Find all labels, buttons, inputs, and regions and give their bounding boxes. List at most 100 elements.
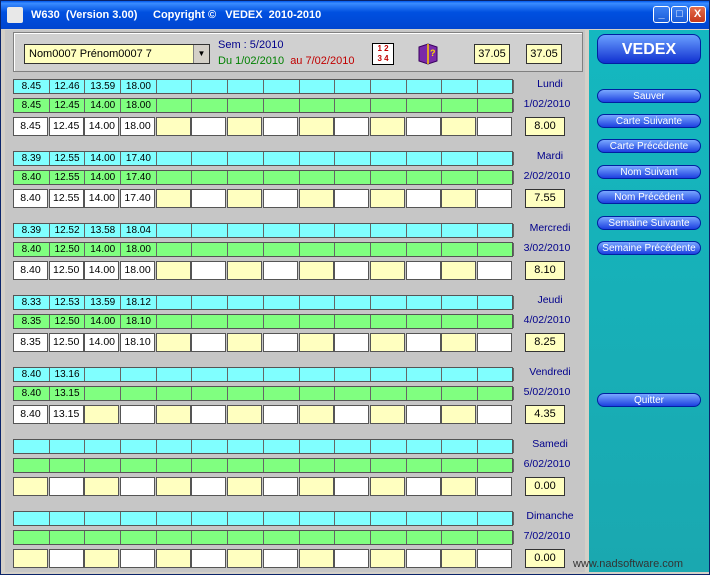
time-input[interactable] xyxy=(262,477,298,496)
time-input[interactable] xyxy=(84,549,120,568)
quit-button[interactable]: Quitter xyxy=(597,393,701,407)
time-input[interactable] xyxy=(155,189,191,208)
time-input[interactable] xyxy=(262,333,298,352)
time-input[interactable] xyxy=(369,549,405,568)
time-input[interactable] xyxy=(298,189,334,208)
time-input[interactable] xyxy=(191,261,227,280)
time-input[interactable] xyxy=(262,117,298,136)
time-input[interactable] xyxy=(155,477,191,496)
close-button[interactable]: X xyxy=(689,6,706,23)
previous-week-button[interactable]: Semaine Précédente xyxy=(597,241,701,255)
time-input[interactable] xyxy=(120,405,156,424)
time-input[interactable]: 18.00 xyxy=(120,261,156,280)
time-input[interactable] xyxy=(476,117,512,136)
time-input[interactable]: 14.00 xyxy=(84,333,120,352)
time-input[interactable] xyxy=(441,549,477,568)
time-input[interactable]: 12.50 xyxy=(48,261,84,280)
time-input[interactable] xyxy=(298,477,334,496)
time-input[interactable] xyxy=(405,549,441,568)
time-input[interactable]: 14.00 xyxy=(84,117,120,136)
time-input[interactable]: 18.00 xyxy=(120,117,156,136)
time-input[interactable] xyxy=(369,189,405,208)
previous-card-button[interactable]: Carte Précédente xyxy=(597,139,701,153)
time-input[interactable] xyxy=(191,549,227,568)
time-input[interactable]: 8.40 xyxy=(13,405,48,424)
time-input[interactable] xyxy=(13,477,48,496)
time-input[interactable] xyxy=(334,549,370,568)
time-input[interactable]: 8.45 xyxy=(13,117,48,136)
time-input[interactable] xyxy=(441,405,477,424)
help-book-icon[interactable]: ? xyxy=(416,41,440,65)
time-input[interactable] xyxy=(298,261,334,280)
time-input[interactable] xyxy=(441,117,477,136)
time-input[interactable] xyxy=(405,477,441,496)
time-input[interactable] xyxy=(48,549,84,568)
time-input[interactable] xyxy=(369,261,405,280)
time-input[interactable] xyxy=(298,549,334,568)
time-input[interactable] xyxy=(405,189,441,208)
time-input[interactable] xyxy=(155,549,191,568)
dropdown-arrow-icon[interactable]: ▼ xyxy=(193,45,209,63)
time-input[interactable]: 17.40 xyxy=(120,189,156,208)
time-input[interactable] xyxy=(227,549,263,568)
time-input[interactable] xyxy=(334,333,370,352)
previous-name-button[interactable]: Nom Précédent xyxy=(597,190,701,204)
time-input[interactable] xyxy=(191,405,227,424)
time-input[interactable]: 12.45 xyxy=(48,117,84,136)
time-input[interactable] xyxy=(262,261,298,280)
time-input[interactable] xyxy=(334,261,370,280)
time-input[interactable] xyxy=(191,117,227,136)
minimize-button[interactable]: _ xyxy=(653,6,670,23)
time-input[interactable] xyxy=(48,477,84,496)
title-bar[interactable]: W630 (Version 3.00) Copyright © VEDEX 20… xyxy=(1,1,709,29)
time-input[interactable] xyxy=(405,333,441,352)
time-input[interactable]: 14.00 xyxy=(84,261,120,280)
time-input[interactable] xyxy=(441,477,477,496)
time-input[interactable] xyxy=(405,405,441,424)
time-input[interactable] xyxy=(155,117,191,136)
time-input[interactable] xyxy=(120,549,156,568)
time-input[interactable] xyxy=(334,117,370,136)
time-input[interactable] xyxy=(227,261,263,280)
time-input[interactable] xyxy=(155,333,191,352)
time-input[interactable] xyxy=(334,405,370,424)
time-input[interactable] xyxy=(476,333,512,352)
time-input[interactable]: 14.00 xyxy=(84,189,120,208)
employee-select[interactable]: Nom0007 Prénom0007 7 ▼ xyxy=(24,44,210,64)
time-input[interactable] xyxy=(476,405,512,424)
time-input[interactable]: 18.10 xyxy=(120,333,156,352)
time-input[interactable] xyxy=(227,117,263,136)
time-input[interactable] xyxy=(262,405,298,424)
time-input[interactable] xyxy=(191,477,227,496)
time-input[interactable]: 12.50 xyxy=(48,333,84,352)
time-input[interactable] xyxy=(298,117,334,136)
time-input[interactable] xyxy=(191,333,227,352)
time-input[interactable] xyxy=(84,477,120,496)
time-input[interactable]: 8.40 xyxy=(13,261,48,280)
time-input[interactable] xyxy=(405,117,441,136)
time-input[interactable] xyxy=(13,549,48,568)
time-input[interactable]: 13.15 xyxy=(48,405,84,424)
time-input[interactable] xyxy=(155,405,191,424)
time-input[interactable] xyxy=(227,477,263,496)
time-input[interactable] xyxy=(476,477,512,496)
time-input[interactable] xyxy=(227,333,263,352)
next-week-button[interactable]: Semaine Suivante xyxy=(597,216,701,230)
time-input[interactable] xyxy=(476,549,512,568)
time-input[interactable] xyxy=(298,333,334,352)
calculator-icon[interactable]: 1 23 4 xyxy=(372,43,394,65)
time-input[interactable]: 8.40 xyxy=(13,189,48,208)
save-button[interactable]: Sauver xyxy=(597,89,701,103)
time-input[interactable]: 8.35 xyxy=(13,333,48,352)
time-input[interactable] xyxy=(191,189,227,208)
next-card-button[interactable]: Carte Suivante xyxy=(597,114,701,128)
time-input[interactable] xyxy=(84,405,120,424)
time-input[interactable] xyxy=(334,477,370,496)
time-input[interactable] xyxy=(476,189,512,208)
next-name-button[interactable]: Nom Suivant xyxy=(597,165,701,179)
time-input[interactable] xyxy=(298,405,334,424)
time-input[interactable] xyxy=(120,477,156,496)
time-input[interactable] xyxy=(369,333,405,352)
time-input[interactable] xyxy=(441,189,477,208)
time-input[interactable] xyxy=(405,261,441,280)
